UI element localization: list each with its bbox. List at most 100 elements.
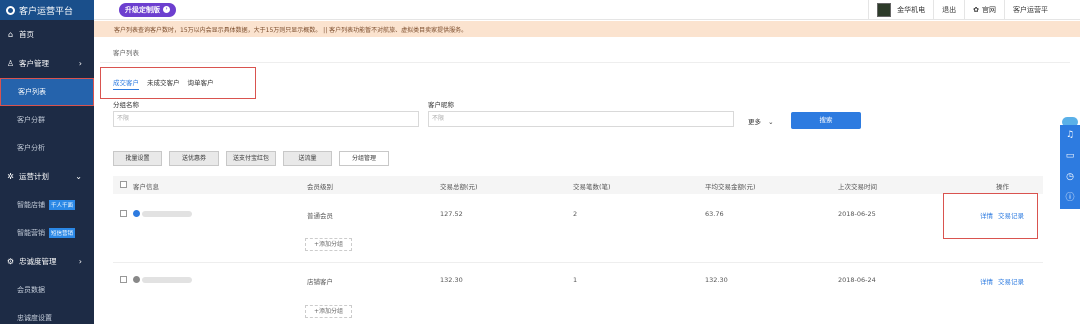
settings-icon: ✿ bbox=[973, 6, 979, 14]
bell-icon[interactable]: ♫ bbox=[1060, 125, 1080, 146]
floating-toolbar: ♫ ▭ ◷ ⓘ bbox=[1060, 125, 1080, 209]
user-icon: ♙ bbox=[6, 59, 15, 68]
tab-inquiry-customers[interactable]: 询单客户 bbox=[188, 77, 214, 89]
sidebar-item-label: 智能营销 bbox=[17, 229, 45, 237]
add-group-button[interactable]: +添加分组 bbox=[305, 238, 352, 251]
arrow-right-icon: › bbox=[163, 6, 170, 13]
sidebar-item-label: 客户分群 bbox=[17, 116, 45, 124]
chevron-down-icon: ⌄ bbox=[768, 118, 774, 126]
logout-link[interactable]: 退出 bbox=[933, 0, 964, 20]
batch-settings-button[interactable]: 批量设置 bbox=[113, 151, 162, 166]
chat-icon[interactable]: ▭ bbox=[1060, 146, 1080, 167]
sidebar-item-smart-shop[interactable]: 智能店铺 千人千面 bbox=[0, 191, 94, 219]
customer-name[interactable] bbox=[142, 277, 192, 283]
detail-link[interactable]: 详情 bbox=[980, 276, 993, 286]
sidebar-item-label: 客户分析 bbox=[17, 144, 45, 152]
info-icon[interactable]: ⓘ bbox=[1060, 188, 1080, 209]
sidebar-item-loyalty[interactable]: ⚙ 忠诚度管理 › bbox=[0, 247, 94, 276]
last-trade-time: 2018-06-25 bbox=[838, 210, 876, 218]
logo-icon bbox=[6, 5, 15, 15]
sidebar-item-label: 智能店铺 bbox=[17, 201, 45, 209]
last-trade-time: 2018-06-24 bbox=[838, 276, 876, 284]
actions-highlight bbox=[943, 193, 1038, 239]
total-amount: 127.52 bbox=[440, 210, 463, 218]
more-filters-toggle[interactable]: 更多 ⌄ bbox=[748, 116, 774, 126]
nickname-label: 客户昵称 bbox=[428, 101, 454, 109]
sidebar-item-loyalty-settings[interactable]: 忠诚度设置 bbox=[0, 304, 94, 332]
home-icon: ⌂ bbox=[7, 30, 14, 39]
chevron-right-icon: › bbox=[78, 257, 82, 266]
col-last-trade-time: 上次交易时间 bbox=[838, 183, 877, 191]
chevron-down-icon: ⌄ bbox=[75, 172, 82, 181]
tab-closed-customers[interactable]: 成交客户 bbox=[113, 77, 139, 90]
sidebar-item-operation-plan[interactable]: ✲ 运营计划 ⌄ bbox=[0, 162, 94, 191]
sidebar-item-label: 运营计划 bbox=[19, 172, 49, 181]
shop-info[interactable]: 金华机电 bbox=[868, 0, 933, 20]
sidebar-item-label: 忠诚度设置 bbox=[17, 314, 52, 322]
platform-menu[interactable]: 客户运营平 bbox=[1004, 0, 1080, 20]
notice-banner: 客户列表查询客户数时，15万以内会显示具体数据，大于15万则只显示概数。 || … bbox=[94, 21, 1080, 37]
select-all-checkbox[interactable] bbox=[120, 181, 127, 188]
member-level: 普通会员 bbox=[307, 212, 333, 220]
add-group-button[interactable]: +添加分组 bbox=[305, 305, 352, 318]
total-amount: 132.30 bbox=[440, 276, 463, 284]
platform-label: 客户运营平 bbox=[1013, 6, 1048, 14]
app-title: 客户运营平台 bbox=[19, 6, 74, 17]
sidebar-item-home[interactable]: ⌂ 首页 bbox=[0, 20, 94, 49]
customer-name[interactable] bbox=[142, 211, 192, 217]
col-avg-amount: 平均交易金额(元) bbox=[705, 183, 756, 191]
sidebar-item-tag: 短信营销 bbox=[49, 228, 76, 238]
official-site-link[interactable]: ✿ 官网 bbox=[964, 0, 1004, 20]
sun-icon: ✲ bbox=[7, 172, 14, 181]
sidebar-item-smart-marketing[interactable]: 智能营销 短信营销 bbox=[0, 219, 94, 247]
customer-icon bbox=[133, 210, 140, 217]
customer-icon bbox=[133, 276, 140, 283]
top-right-menu: 金华机电 退出 ✿ 官网 客户运营平 bbox=[868, 0, 1080, 20]
sidebar-item-customer-mgmt[interactable]: ♙ 客户管理 › bbox=[0, 49, 94, 78]
trade-records-link[interactable]: 交易记录 bbox=[998, 276, 1024, 286]
tab-unclosed-customers[interactable]: 未成交客户 bbox=[147, 77, 180, 89]
avg-amount: 63.76 bbox=[705, 210, 724, 218]
row-checkbox[interactable] bbox=[120, 276, 127, 283]
group-manage-button[interactable]: 分组管理 bbox=[339, 151, 389, 166]
trade-count: 2 bbox=[573, 210, 578, 218]
shop-name: 金华机电 bbox=[897, 6, 926, 14]
member-level: 店铺客户 bbox=[307, 278, 333, 286]
group-input[interactable]: 不限 bbox=[113, 111, 419, 127]
send-alipay-redpacket-button[interactable]: 送支付宝红包 bbox=[226, 151, 276, 166]
sidebar-item-member-data[interactable]: 会员数据 bbox=[0, 276, 94, 304]
sidebar-item-label: 忠诚度管理 bbox=[19, 257, 57, 266]
col-actions: 操作 bbox=[996, 183, 1009, 191]
upgrade-button[interactable]: 升级定制版 › bbox=[119, 2, 176, 17]
sidebar-item-label: 首页 bbox=[19, 30, 34, 39]
sidebar-item-customer-list[interactable]: 客户列表 bbox=[0, 78, 94, 106]
upgrade-label: 升级定制版 bbox=[125, 5, 160, 14]
chevron-right-icon: › bbox=[78, 59, 82, 68]
row-divider bbox=[113, 262, 1043, 263]
sidebar-item-label: 会员数据 bbox=[17, 286, 45, 294]
col-member-level: 会员级别 bbox=[307, 183, 333, 191]
col-trade-count: 交易笔数(笔) bbox=[573, 183, 611, 191]
app-brand: 客户运营平台 bbox=[0, 0, 94, 20]
official-site-label: 官网 bbox=[982, 6, 996, 14]
breadcrumb: 客户列表 bbox=[113, 49, 139, 57]
send-coupon-button[interactable]: 送优惠券 bbox=[169, 151, 219, 166]
sidebar-item-customer-group[interactable]: 客户分群 bbox=[0, 106, 94, 134]
divider bbox=[100, 62, 1070, 63]
row-checkbox[interactable] bbox=[120, 210, 127, 217]
sidebar-item-customer-analysis[interactable]: 客户分析 bbox=[0, 134, 94, 162]
gear-icon: ⚙ bbox=[6, 257, 15, 266]
search-button[interactable]: 搜索 bbox=[791, 112, 861, 129]
sidebar-item-label: 客户列表 bbox=[18, 88, 46, 96]
trade-count: 1 bbox=[573, 276, 578, 284]
clock-icon[interactable]: ◷ bbox=[1060, 167, 1080, 188]
more-label: 更多 bbox=[748, 118, 761, 126]
col-total-amount: 交易总额(元) bbox=[440, 183, 478, 191]
customer-tabs: 成交客户 未成交客户 询单客户 bbox=[100, 67, 256, 99]
avatar bbox=[877, 3, 892, 17]
group-label: 分组名称 bbox=[113, 101, 139, 109]
top-bar: 升级定制版 › 金华机电 退出 ✿ 官网 客户运营平 bbox=[94, 0, 1080, 20]
nickname-input[interactable]: 不限 bbox=[428, 111, 734, 127]
send-traffic-button[interactable]: 送流量 bbox=[283, 151, 332, 166]
sidebar-item-tag: 千人千面 bbox=[49, 200, 76, 210]
